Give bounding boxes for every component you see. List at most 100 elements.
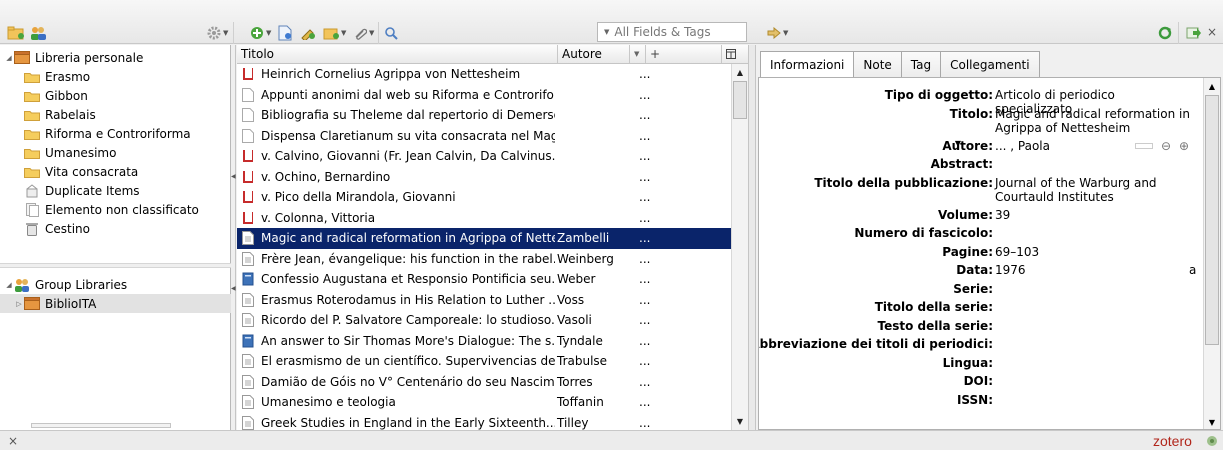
new-collection-button[interactable] [7,25,25,41]
item-row[interactable]: Bibliografia su Theleme dal repertorio d… [237,105,731,126]
group-library-item[interactable]: ▷ BiblioITA [0,294,231,313]
scroll-thumb[interactable] [733,81,747,119]
item-tabs: Informazioni Note Tag Collegamenti [760,51,1040,78]
item-row[interactable]: v. Ochino, Bernardino... [237,167,731,188]
field-value[interactable]: 39 [995,208,1195,222]
tab-informazioni[interactable]: Informazioni [760,51,855,78]
locate-button[interactable]: ▼ [767,25,788,41]
expand-twisty-icon[interactable]: ◢ [4,281,14,289]
field-value[interactable]: Magic and radical reformation in Agrippa… [995,107,1195,135]
item-row[interactable]: Erasmus Roterodamus in His Relation to L… [237,290,731,311]
scroll-down-icon[interactable]: ▼ [1204,414,1220,429]
scroll-up-icon[interactable]: ▲ [732,64,748,81]
attach-link-button[interactable]: ▼ [353,25,374,41]
left-hscroll[interactable] [31,423,171,428]
column-title[interactable]: Titolo [237,45,558,63]
item-row[interactable]: Dispensa Claretianum su vita consacrata … [237,126,731,147]
column-add[interactable]: + [646,45,722,63]
collapsed-twisty-icon[interactable]: ▷ [14,300,24,308]
add-by-identifier-button[interactable] [278,25,292,41]
fullscreen-button[interactable] [1186,25,1202,41]
tab-note[interactable]: Note [853,51,902,77]
items-scrollbar[interactable]: ▲ ▼ [731,64,748,430]
item-row[interactable]: El erasmismo de un científico. Supervive… [237,351,731,372]
item-extra: ... [639,292,651,307]
field-value[interactable]: Journal of the Warburg and Courtauld Ins… [995,176,1195,204]
sync-button[interactable] [1158,25,1172,41]
item-row[interactable]: v. Pico della Mirandola, Giovanni... [237,187,731,208]
collection-item[interactable]: Vita consacrata [0,162,231,181]
expand-twisty-icon[interactable]: ◢ [4,54,14,62]
item-title: Heinrich Cornelius Agrippa von Netteshei… [261,67,521,82]
new-note-button[interactable] [300,25,316,41]
item-row[interactable]: Damião de Góis no V° Centenário do seu N… [237,372,731,393]
column-author[interactable]: Autore [558,45,630,63]
creator-switch-icon[interactable] [1135,142,1153,149]
item-article-icon [237,395,259,410]
column-picker[interactable] [722,45,748,63]
new-item-button[interactable]: ▼ [250,25,271,41]
left-splitter[interactable]: ◀ ◀ [231,45,236,430]
info-panel: Tipo di oggetto: Articolo di periodico sp… [758,77,1221,430]
field-label: Abbreviazione dei titoli di periodici: [758,337,993,351]
item-row[interactable]: v. Colonna, Vittoria... [237,208,731,229]
info-scrollbar[interactable]: ▲ ▼ [1203,78,1220,429]
add-creator-icon[interactable]: ⊕ [1179,139,1189,153]
item-row[interactable]: v. Calvino, Giovanni (Fr. Jean Calvin, D… [237,146,731,167]
collection-item[interactable]: Cestino [0,219,231,238]
item-row[interactable]: Confessio Augustana et Responsio Pontifi… [237,269,731,290]
group-libraries-header[interactable]: ◢ Group Libraries [0,275,231,294]
scroll-down-icon[interactable]: ▼ [732,413,748,430]
status-bar: × zotero [0,430,1223,450]
field-label: Abstract: [930,157,993,171]
collapse-left-icon[interactable]: ◀ [231,173,236,180]
collection-item[interactable]: Elemento non classificato [0,200,231,219]
zotero-status-icon[interactable] [1205,434,1219,448]
tab-collegamenti[interactable]: Collegamenti [940,51,1040,77]
item-extra: ... [639,128,651,143]
item-row[interactable]: Umanesimo e teologia Toffanin... [237,392,731,413]
search-input[interactable]: ▼ All Fields & Tags [597,22,747,42]
item-row[interactable]: Frère Jean, évangelique: his function in… [237,249,731,270]
scroll-up-icon[interactable]: ▲ [1204,78,1220,95]
library-splitter[interactable] [0,263,231,268]
close-pane-button[interactable]: × [1207,25,1217,39]
new-group-button[interactable] [29,25,47,41]
group-libraries-label: Group Libraries [35,277,128,292]
field-label: Pagine: [942,244,993,259]
item-row[interactable]: Heinrich Cornelius Agrippa von Netteshei… [237,64,731,85]
field-value[interactable]: 1976 [995,263,1195,277]
collection-item[interactable]: Riforma e Controriforma [0,124,231,143]
item-title: Damião de Góis no V° Centenário do seu N… [261,374,555,389]
collapse-left-icon[interactable]: ◀ [231,285,236,292]
remove-creator-icon[interactable]: ⊖ [1161,139,1171,153]
advanced-search-button[interactable] [384,25,398,41]
item-article-icon [237,251,259,266]
sync-icon [1158,26,1172,40]
add-attachment-button[interactable]: ▼ [323,25,346,41]
field-label: Volume: [938,207,993,222]
item-title: El erasmismo de un científico. Supervive… [261,354,555,369]
scroll-thumb[interactable] [1205,95,1219,345]
field-label: Serie: [953,281,993,296]
item-row[interactable]: Ricordo del P. Salvatore Camporeale: lo … [237,310,731,331]
collection-item[interactable]: Duplicate Items [0,181,231,200]
tab-tag[interactable]: Tag [900,51,942,77]
collection-item[interactable]: Gibbon [0,86,231,105]
actions-menu-button[interactable]: ▼ [207,25,228,41]
search-mode-icon[interactable]: ▼ [604,28,609,36]
item-extra: ... [639,169,651,184]
item-row[interactable]: An answer to Sir Thomas More's Dialogue:… [237,331,731,352]
collection-item[interactable]: Umanesimo [0,143,231,162]
close-status-button[interactable]: × [8,434,18,448]
column-sort-icon[interactable]: ▼ [630,45,646,63]
item-row[interactable]: Magic and radical reformation in Agrippa… [237,228,731,249]
item-row[interactable]: Appunti anonimi dal web su Riforma e Con… [237,85,731,106]
collection-item[interactable]: Erasmo [0,67,231,86]
field-value[interactable]: 69–103 [995,245,1195,259]
group-library-label: BiblioITA [45,296,97,311]
collection-item[interactable]: ◢ Libreria personale [0,48,231,67]
collection-item[interactable]: Rabelais [0,105,231,124]
right-splitter[interactable] [748,45,756,430]
item-extra: ... [639,87,651,102]
